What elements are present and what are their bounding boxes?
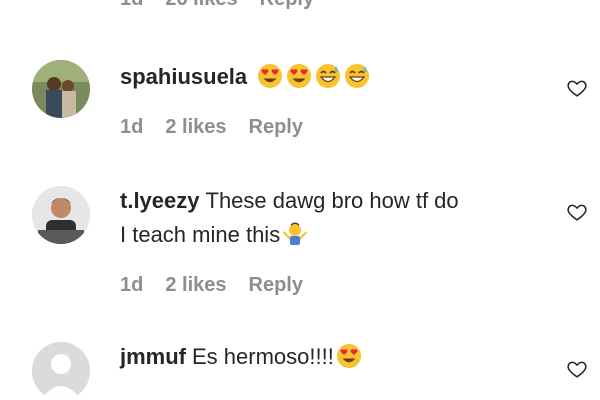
comment-body: t.lyeezy These dawg bro how tf do I teach… [120, 184, 540, 252]
like-heart-icon[interactable] [566, 77, 588, 99]
like-heart-icon[interactable] [566, 201, 588, 223]
comment-username[interactable]: t.lyeezy [120, 188, 200, 213]
avatar[interactable] [32, 186, 90, 244]
comment-meta: 1d 2 likes Reply [120, 274, 303, 297]
comment-body: spahiusuela [120, 60, 540, 94]
avatar-photo [32, 60, 90, 118]
comment-body: jmmuf Es hermoso!!!! [120, 340, 540, 374]
comment-text: Es hermoso!!!! [192, 344, 334, 369]
comment-time: 1d [120, 116, 144, 138]
comment-time: 1d [120, 274, 144, 296]
heart-eyes-emoji-icon [258, 64, 283, 88]
previous-comment-meta: 1d 26 likes Reply [120, 0, 314, 11]
default-avatar-icon [32, 342, 90, 400]
comment-likes-count[interactable]: 2 likes [165, 116, 226, 139]
avatar-photo [32, 186, 90, 244]
heart-eyes-emoji-icon [336, 344, 361, 368]
heart-eyes-emoji-icon [287, 64, 312, 88]
comment-username[interactable]: spahiusuela [120, 64, 247, 89]
comment-emojis [257, 63, 370, 89]
reply-button[interactable]: Reply [249, 116, 303, 139]
like-heart-icon[interactable] [566, 358, 588, 380]
comment-meta: 1d 2 likes Reply [120, 116, 303, 139]
avatar[interactable] [32, 60, 90, 118]
comment-username[interactable]: jmmuf [120, 344, 186, 369]
comment-likes-count[interactable]: 26 likes [165, 0, 237, 11]
grinning-sweat-emoji-icon [345, 64, 370, 88]
person-shrugging-emoji-icon [283, 222, 308, 245]
grinning-sweat-emoji-icon [316, 64, 341, 88]
avatar[interactable] [32, 342, 90, 400]
comment-likes-count[interactable]: 2 likes [165, 274, 226, 297]
reply-button[interactable]: Reply [249, 274, 303, 297]
comment-text: I teach mine this [120, 222, 281, 247]
reply-button[interactable]: Reply [260, 0, 314, 11]
comment-time: 1d [120, 0, 143, 11]
comment-text: These dawg bro how tf do [205, 188, 459, 213]
